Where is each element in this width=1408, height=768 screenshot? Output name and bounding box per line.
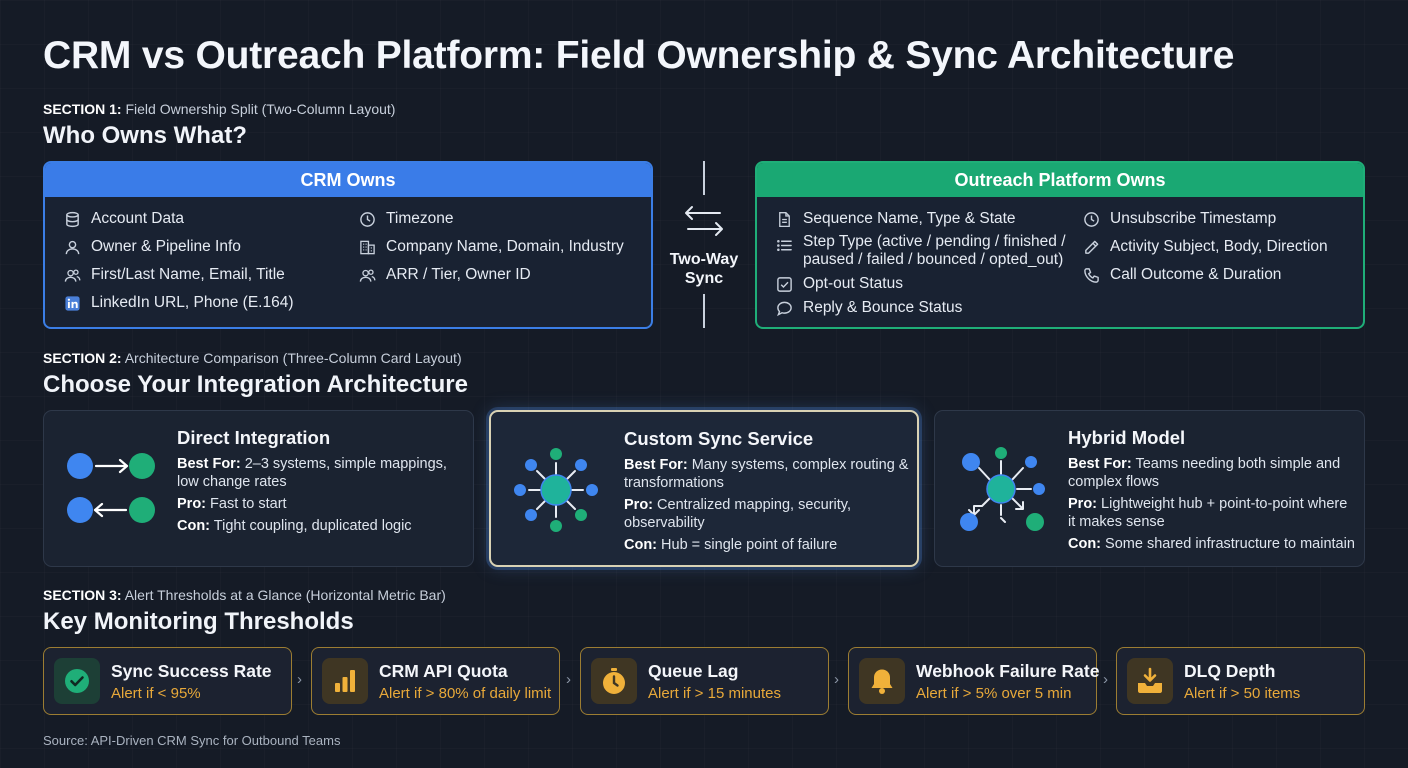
outreach-field-sequence: Sequence Name, Type & State (775, 210, 1016, 228)
outreach-owns-panel: Outreach Platform Owns Sequence Name, Ty… (755, 161, 1365, 329)
phone-icon (1082, 266, 1100, 284)
direct-integration-diagram-icon (64, 449, 164, 529)
user-icon (63, 238, 81, 256)
building-icon (358, 238, 376, 256)
chevron-right-icon: › (834, 671, 839, 688)
bell-icon (859, 658, 905, 704)
crm-owns-header: CRM Owns (45, 163, 651, 197)
crm-field-linkedin-phone: LinkedIn URL, Phone (E.164) (63, 294, 293, 312)
linkedin-icon (63, 294, 81, 312)
outreach-owns-header: Outreach Platform Owns (757, 163, 1363, 197)
users-icon (63, 266, 81, 284)
sync-divider-top (703, 161, 705, 195)
check-circle-icon (54, 658, 100, 704)
arch-best-for: Best For: 2–3 systems, simple mappings, … (177, 456, 447, 490)
clock-icon (358, 210, 376, 228)
chevron-right-icon: › (297, 671, 302, 688)
metric-queue-lag[interactable]: Queue Lag Alert if > 15 minutes (580, 647, 829, 715)
hub-spoke-diagram-icon (511, 445, 601, 535)
arch-con: Con: Some shared infrastructure to maint… (1068, 536, 1355, 552)
bar-chart-icon (322, 658, 368, 704)
chevron-right-icon: › (566, 671, 571, 688)
metric-alert: Alert if > 15 minutes (648, 685, 781, 702)
arch-best-for: Best For: Many systems, complex routing … (624, 457, 909, 491)
arch-card-custom-sync-service[interactable]: Custom Sync Service Best For: Many syste… (489, 410, 919, 567)
hybrid-diagram-icon (955, 444, 1050, 534)
arch-pro: Pro: Lightweight hub + point-to-point wh… (1068, 496, 1348, 530)
checkbox-icon (775, 275, 793, 293)
outreach-field-call: Call Outcome & Duration (1082, 266, 1281, 284)
inbox-download-icon (1127, 658, 1173, 704)
chat-bubble-icon (775, 299, 793, 317)
arch-card-hybrid-model[interactable]: Hybrid Model Best For: Teams needing bot… (934, 410, 1365, 567)
page-title: CRM vs Outreach Platform: Field Ownershi… (43, 34, 1235, 77)
metric-sync-success-rate[interactable]: Sync Success Rate Alert if < 95% (43, 647, 292, 715)
metric-alert: Alert if > 50 items (1184, 685, 1301, 702)
metric-dlq-depth[interactable]: DLQ Depth Alert if > 50 items (1116, 647, 1365, 715)
outreach-field-activity: Activity Subject, Body, Direction (1082, 238, 1328, 256)
arch-con: Con: Tight coupling, duplicated logic (177, 518, 412, 534)
crm-field-name-email-title: First/Last Name, Email, Title (63, 266, 285, 284)
metric-name: CRM API Quota (379, 661, 508, 681)
arch-card-title: Direct Integration (177, 427, 331, 448)
outreach-field-reply-bounce: Reply & Bounce Status (775, 299, 962, 317)
crm-field-account-data: Account Data (63, 210, 184, 228)
crm-owns-panel: CRM Owns Account Data Owner & Pipeline I… (43, 161, 653, 329)
section-1-heading: Who Owns What? (43, 122, 247, 149)
metric-alert: Alert if < 95% (111, 685, 201, 702)
arch-pro: Pro: Fast to start (177, 496, 287, 512)
arch-card-title: Hybrid Model (1068, 427, 1186, 448)
metric-alert: Alert if > 80% of daily limit (379, 685, 552, 702)
two-way-arrows-icon (684, 203, 724, 239)
arch-con: Con: Hub = single point of failure (624, 537, 838, 553)
sync-divider-bottom (703, 294, 705, 328)
document-icon (775, 210, 793, 228)
outreach-field-unsubscribe: Unsubscribe Timestamp (1082, 210, 1276, 228)
metric-name: Sync Success Rate (111, 661, 272, 681)
arch-card-direct-integration[interactable]: Direct Integration Best For: 2–3 systems… (43, 410, 474, 567)
crm-field-owner-pipeline: Owner & Pipeline Info (63, 238, 241, 256)
arch-pro: Pro: Centralized mapping, security, obse… (624, 497, 851, 531)
crm-field-timezone: Timezone (358, 210, 453, 228)
metric-name: Webhook Failure Rate (916, 661, 1100, 681)
crm-field-arr-tier: ARR / Tier, Owner ID (358, 266, 531, 284)
clock-icon (1082, 210, 1100, 228)
stopwatch-icon (591, 658, 637, 704)
crm-field-company: Company Name, Domain, Industry (358, 238, 624, 256)
section-1-label: SECTION 1: Field Ownership Split (Two-Co… (43, 101, 396, 117)
metric-name: Queue Lag (648, 661, 739, 681)
outreach-field-step-type: Step Type (active / pending / finished /… (775, 233, 1066, 269)
arch-best-for: Best For: Teams needing both simple and … (1068, 456, 1341, 490)
metric-webhook-failure-rate[interactable]: Webhook Failure Rate Alert if > 5% over … (848, 647, 1100, 715)
metric-alert: Alert if > 5% over 5 min (916, 685, 1072, 702)
section-3-label: SECTION 3: Alert Thresholds at a Glance … (43, 587, 446, 603)
source-caption: Source: API-Driven CRM Sync for Outbound… (43, 733, 341, 748)
two-way-sync-label: Two-Way Sync (669, 251, 739, 287)
section-2-heading: Choose Your Integration Architecture (43, 371, 468, 398)
section-2-label: SECTION 2: Architecture Comparison (Thre… (43, 350, 462, 366)
list-icon (775, 236, 793, 254)
users-icon (358, 266, 376, 284)
database-icon (63, 210, 81, 228)
metric-crm-api-quota[interactable]: CRM API Quota Alert if > 80% of daily li… (311, 647, 560, 715)
pencil-icon (1082, 238, 1100, 256)
section-3-heading: Key Monitoring Thresholds (43, 608, 354, 635)
metric-name: DLQ Depth (1184, 661, 1276, 681)
chevron-right-icon: › (1103, 671, 1108, 688)
outreach-field-opt-out: Opt-out Status (775, 275, 903, 293)
arch-card-title: Custom Sync Service (624, 428, 814, 449)
